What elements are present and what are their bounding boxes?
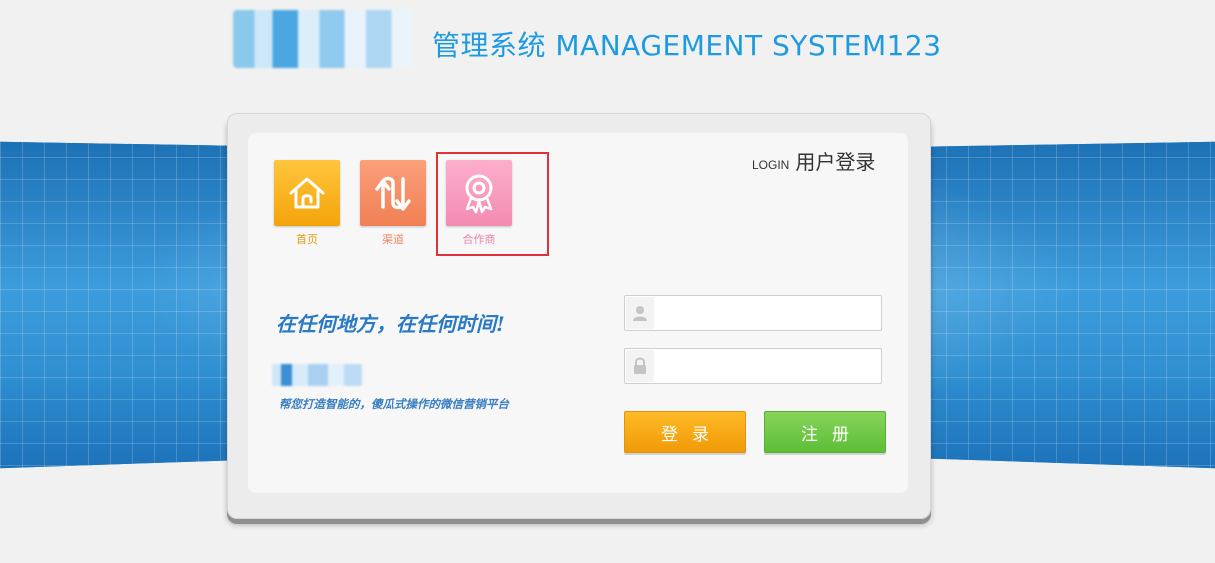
- highlight-box: [436, 152, 549, 256]
- tile-home-label: 首页: [296, 233, 318, 246]
- tile-channel[interactable]: 渠道: [360, 160, 426, 250]
- register-button[interactable]: 注册: [764, 411, 886, 453]
- blurred-brand-name: [272, 364, 362, 386]
- username-input[interactable]: [657, 298, 881, 330]
- login-heading: LOGIN 用户登录: [752, 146, 875, 175]
- slogan: 在任何地方，在任何时间!: [276, 312, 505, 336]
- tile-channel-label: 渠道: [382, 233, 404, 246]
- tile-home-face: [274, 160, 340, 226]
- login-heading-small: LOGIN: [752, 158, 790, 172]
- blurred-logo: [233, 10, 413, 68]
- tile-channel-face: [360, 160, 426, 226]
- password-field[interactable]: [624, 348, 882, 384]
- tagline: 帮您打造智能的，傻瓜式操作的微信营销平台: [279, 397, 509, 411]
- site-title: 管理系统 MANAGEMENT SYSTEM123: [432, 29, 942, 62]
- user-icon: [626, 297, 654, 329]
- arrows-up-down-icon: [375, 176, 411, 211]
- lock-icon: [626, 350, 654, 382]
- home-icon: [289, 177, 325, 209]
- login-heading-big: 用户登录: [795, 150, 876, 174]
- username-field[interactable]: [624, 295, 882, 331]
- password-input[interactable]: [657, 351, 881, 383]
- tile-home[interactable]: 首页: [274, 160, 340, 250]
- login-button[interactable]: 登录: [624, 411, 746, 453]
